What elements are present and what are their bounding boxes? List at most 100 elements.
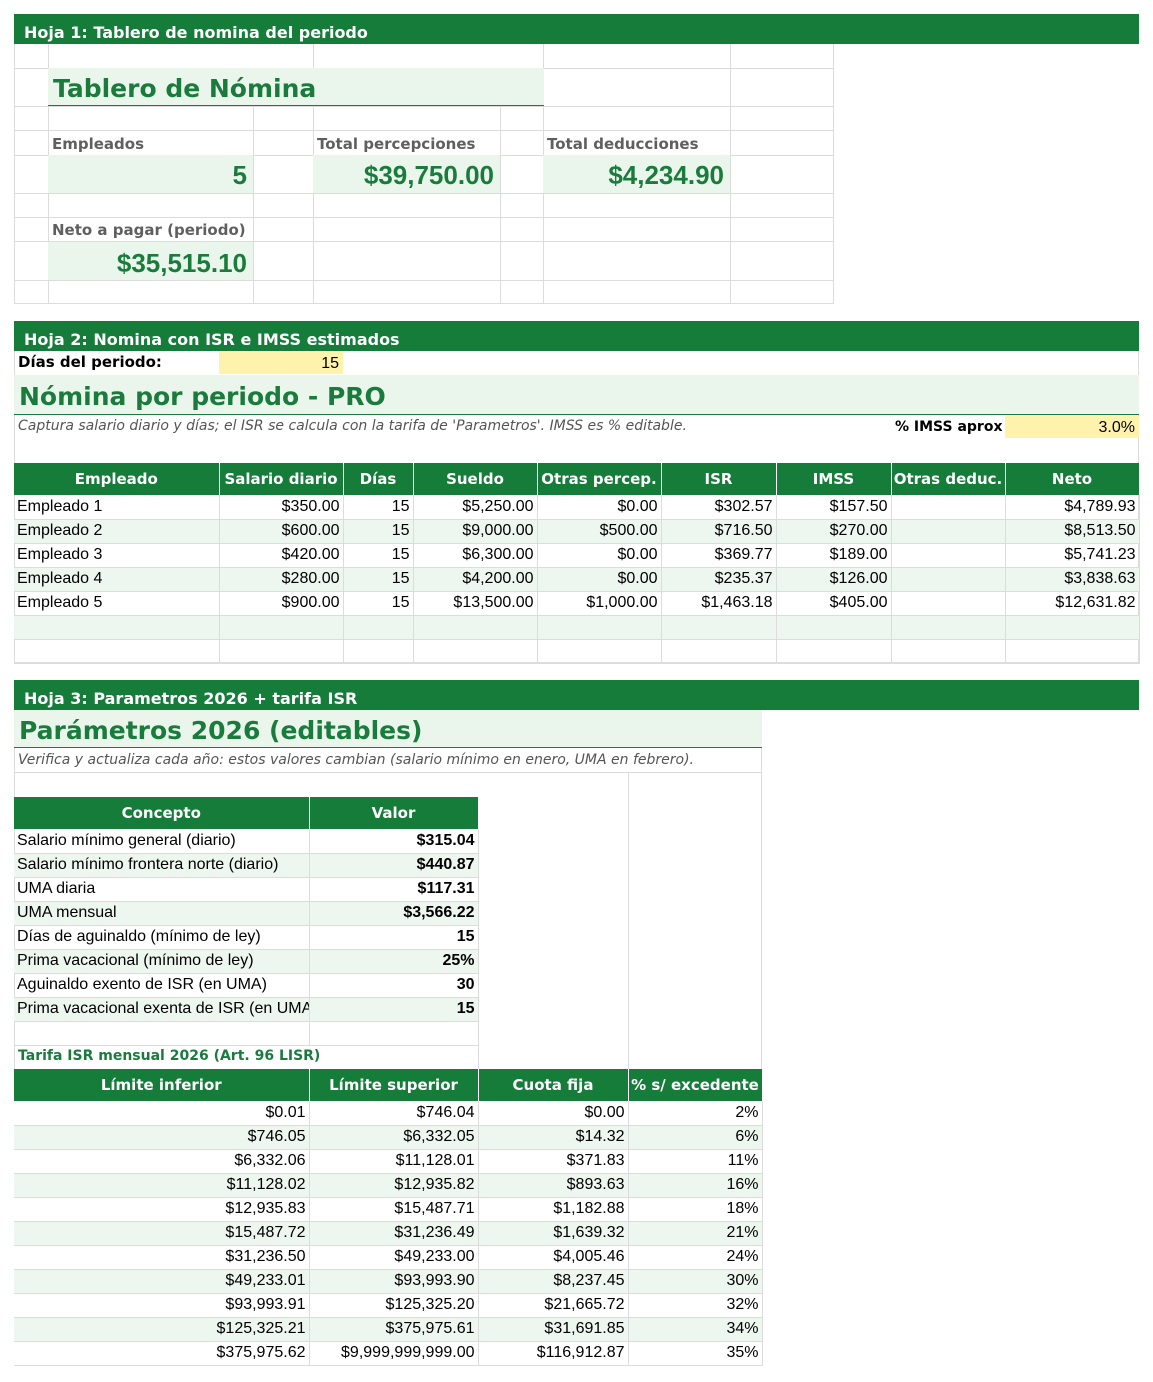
cell[interactable]: $126.00 [776,567,892,592]
cell[interactable]: $0.00 [537,495,662,520]
cell[interactable]: $116,912.87 [478,1341,629,1366]
cell[interactable]: Empleado 2 [14,519,220,544]
cell[interactable]: 15 [309,997,479,1022]
col-header-limite-inferior[interactable]: Límite inferior [14,1069,310,1101]
col-header-sueldo[interactable]: Sueldo [413,463,538,495]
cell[interactable]: Empleado 1 [14,495,220,520]
cell[interactable]: $6,332.06 [14,1149,310,1174]
cell[interactable]: Empleado 5 [14,591,220,616]
cell[interactable]: 15 [309,925,479,950]
cell[interactable]: $21,665.72 [478,1293,629,1318]
cell[interactable]: $12,935.82 [309,1173,479,1198]
cell[interactable]: 15 [343,495,414,520]
cell[interactable]: $371.83 [478,1149,629,1174]
cell[interactable]: 24% [628,1245,763,1270]
cell[interactable] [219,639,344,664]
cell[interactable]: $0.01 [14,1101,310,1126]
cell[interactable]: $420.00 [219,543,344,568]
cell[interactable]: $31,691.85 [478,1317,629,1342]
cell[interactable]: $49,233.00 [309,1245,479,1270]
cell[interactable]: 16% [628,1173,763,1198]
cell[interactable]: 18% [628,1197,763,1222]
cell[interactable]: $0.00 [537,567,662,592]
cell[interactable] [891,591,1006,616]
cell[interactable]: 11% [628,1149,763,1174]
cell[interactable]: $93,993.90 [309,1269,479,1294]
cell[interactable]: $31,236.49 [309,1221,479,1246]
col-header-neto[interactable]: Neto [1005,463,1140,495]
cell[interactable]: $1,463.18 [661,591,777,616]
col-header-otras-deduc[interactable]: Otras deduc. [891,463,1006,495]
cell[interactable] [413,615,538,640]
cell[interactable]: 2% [628,1101,763,1126]
days-input[interactable]: 15 [219,352,343,374]
cell[interactable] [1005,639,1140,664]
cell[interactable]: $6,332.05 [309,1125,479,1150]
cell[interactable]: Aguinaldo exento de ISR (en UMA) [14,973,310,998]
cell[interactable]: $500.00 [537,519,662,544]
cell[interactable]: 15 [343,519,414,544]
cell[interactable]: $350.00 [219,495,344,520]
col-header-imss[interactable]: IMSS [776,463,892,495]
cell[interactable] [413,639,538,664]
col-header-cuota-fija[interactable]: Cuota fija [478,1069,629,1101]
cell[interactable]: $12,631.82 [1005,591,1140,616]
cell[interactable]: 34% [628,1317,763,1342]
cell[interactable] [891,567,1006,592]
cell[interactable]: $900.00 [219,591,344,616]
cell[interactable]: $6,300.00 [413,543,538,568]
cell[interactable] [776,639,892,664]
cell[interactable]: $3,838.63 [1005,567,1140,592]
cell[interactable]: $15,487.72 [14,1221,310,1246]
cell[interactable]: $1,000.00 [537,591,662,616]
cell[interactable]: $11,128.01 [309,1149,479,1174]
cell[interactable]: $375,975.62 [14,1341,310,1366]
cell[interactable] [309,1021,479,1046]
cell[interactable] [14,615,220,640]
cell[interactable]: $125,325.20 [309,1293,479,1318]
cell[interactable]: Prima vacacional exenta de ISR (en UMA) [14,997,310,1022]
cell[interactable] [1005,615,1140,640]
cell[interactable]: $189.00 [776,543,892,568]
cell[interactable]: 25% [309,949,479,974]
cell[interactable]: $117.31 [309,877,479,902]
col-header-otras-percep[interactable]: Otras percep. [537,463,662,495]
cell[interactable]: $3,566.22 [309,901,479,926]
cell[interactable]: $746.04 [309,1101,479,1126]
col-header-dias[interactable]: Días [343,463,414,495]
cell[interactable]: Empleado 4 [14,567,220,592]
cell[interactable] [14,1021,310,1046]
cell[interactable]: $4,005.46 [478,1245,629,1270]
col-header-empleado[interactable]: Empleado [14,463,220,495]
cell[interactable]: $4,789.93 [1005,495,1140,520]
cell[interactable] [891,519,1006,544]
cell[interactable]: $13,500.00 [413,591,538,616]
cell[interactable]: $302.57 [661,495,777,520]
cell[interactable] [661,615,777,640]
cell[interactable] [14,639,220,664]
cell[interactable] [343,639,414,664]
employees-value[interactable]: 5 [48,155,253,193]
cell[interactable]: UMA diaria [14,877,310,902]
cell[interactable]: $8,513.50 [1005,519,1140,544]
cell[interactable]: 15 [343,591,414,616]
cell[interactable]: Días de aguinaldo (mínimo de ley) [14,925,310,950]
cell[interactable]: $369.77 [661,543,777,568]
cell[interactable]: $1,639.32 [478,1221,629,1246]
cell[interactable]: Empleado 3 [14,543,220,568]
cell[interactable]: $5,741.23 [1005,543,1140,568]
cell[interactable]: $600.00 [219,519,344,544]
cell[interactable]: 30 [309,973,479,998]
cell[interactable]: $11,128.02 [14,1173,310,1198]
cell[interactable]: $0.00 [537,543,662,568]
cell[interactable]: $49,233.01 [14,1269,310,1294]
cell[interactable] [891,615,1006,640]
cell[interactable]: $5,250.00 [413,495,538,520]
cell[interactable]: $280.00 [219,567,344,592]
cell[interactable] [776,615,892,640]
cell[interactable]: 30% [628,1269,763,1294]
cell[interactable]: Salario mínimo general (diario) [14,829,310,854]
cell[interactable]: 15 [343,543,414,568]
cell[interactable] [537,615,662,640]
col-header-salario[interactable]: Salario diario [219,463,344,495]
